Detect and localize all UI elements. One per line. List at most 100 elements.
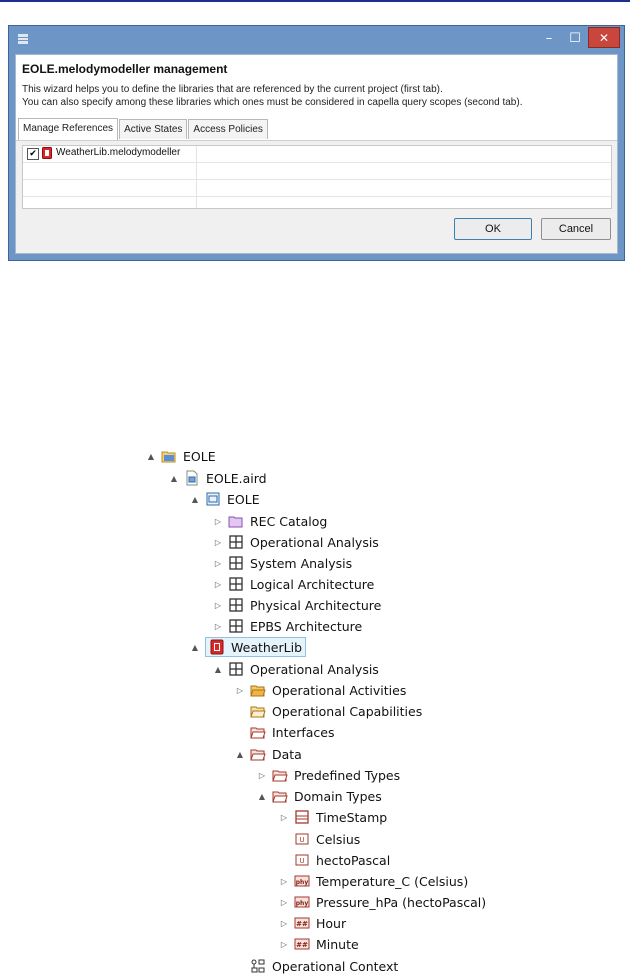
- expand-twisty[interactable]: ▷: [212, 599, 224, 611]
- tree-node-epbs-architecture[interactable]: ▷ EPBS Architecture: [212, 616, 362, 636]
- svg-text:U: U: [299, 857, 304, 865]
- expand-twisty: [278, 854, 290, 866]
- context-icon: [251, 959, 265, 973]
- svg-text:##: ##: [296, 941, 308, 949]
- physical-quantity-icon: phy: [294, 896, 310, 908]
- tree-node-domain-types[interactable]: ▲ Domain Types: [256, 786, 382, 806]
- tree-node-timestamp[interactable]: ▷ TimeStamp: [278, 807, 387, 827]
- expand-twisty[interactable]: ▷: [212, 515, 224, 527]
- expand-twisty[interactable]: ▷: [278, 938, 290, 950]
- architecture-icon: [229, 556, 243, 570]
- interfaces-folder-icon: [250, 727, 266, 739]
- tree-node-pressure-hpa[interactable]: ▷ phy Pressure_hPa (hectoPascal): [278, 892, 486, 912]
- capabilities-folder-icon: [250, 706, 266, 718]
- tree-node-data[interactable]: ▲ Data: [234, 744, 302, 764]
- tree-node-label: Domain Types: [294, 788, 382, 804]
- unit-icon: U: [295, 833, 309, 845]
- tree-node-celsius[interactable]: U Celsius: [278, 829, 360, 849]
- expand-twisty[interactable]: ▷: [256, 769, 268, 781]
- tree-node-predefined-types[interactable]: ▷ Predefined Types: [256, 765, 400, 785]
- model-icon: [206, 492, 220, 506]
- expand-twisty[interactable]: ▷: [278, 896, 290, 908]
- expand-twisty: [234, 726, 246, 738]
- numeric-type-icon: ##: [294, 938, 310, 950]
- architecture-icon: [229, 598, 243, 612]
- expand-twisty[interactable]: ▷: [212, 578, 224, 590]
- data-folder-icon: [250, 749, 266, 761]
- expand-twisty[interactable]: ▲: [189, 493, 201, 505]
- tree-node-operational-activities[interactable]: ▷ Operational Activities: [234, 680, 406, 700]
- tree-node-eole-aird[interactable]: ▲ EOLE.aird: [168, 468, 267, 488]
- architecture-icon: [229, 662, 243, 676]
- catalog-folder-icon: [228, 516, 243, 528]
- tree-node-label: Temperature_C (Celsius): [316, 873, 469, 889]
- tree-node-label: EPBS Architecture: [250, 618, 363, 634]
- tree-node-label: System Analysis: [250, 555, 353, 571]
- expand-twisty[interactable]: ▷: [234, 684, 246, 696]
- tree-node-label: EOLE.aird: [206, 470, 267, 486]
- data-folder-icon: [272, 791, 288, 803]
- tree-node-label: Pressure_hPa (hectoPascal): [316, 894, 487, 910]
- project-explorer-tree: ▲ EOLE ▲ EOLE.aird ▲ EOLE ▷ REC Catalog …: [0, 0, 630, 978]
- tree-node-label: EOLE: [183, 448, 216, 464]
- activities-folder-icon: [250, 685, 266, 697]
- tree-node-rec-catalog[interactable]: ▷ REC Catalog: [212, 511, 327, 531]
- expand-twisty[interactable]: ▷: [278, 811, 290, 823]
- architecture-icon: [229, 577, 243, 591]
- architecture-icon: [229, 619, 243, 633]
- unit-icon: U: [295, 854, 309, 866]
- svg-text:phy: phy: [296, 900, 309, 907]
- expand-twisty[interactable]: ▷: [212, 557, 224, 569]
- svg-text:##: ##: [296, 920, 308, 928]
- expand-twisty: [234, 705, 246, 717]
- tree-node-logical-architecture[interactable]: ▷ Logical Architecture: [212, 574, 374, 594]
- numeric-type-icon: ##: [294, 917, 310, 929]
- tree-node-label: Predefined Types: [294, 767, 401, 783]
- tree-node-label: Interfaces: [272, 724, 335, 740]
- tree-node-label: Data: [272, 746, 302, 762]
- expand-twisty[interactable]: ▲: [189, 641, 201, 653]
- expand-twisty: [234, 960, 246, 972]
- expand-twisty[interactable]: ▲: [234, 748, 246, 760]
- tree-node-operational-analysis-lib[interactable]: ▲ Operational Analysis: [212, 659, 379, 679]
- tree-node-operational-analysis[interactable]: ▷ Operational Analysis: [212, 532, 379, 552]
- architecture-icon: [229, 535, 243, 549]
- svg-text:phy: phy: [296, 879, 309, 886]
- expand-twisty[interactable]: ▲: [212, 663, 224, 675]
- tree-node-label: REC Catalog: [250, 513, 328, 529]
- expand-twisty[interactable]: ▲: [145, 450, 157, 462]
- expand-twisty[interactable]: ▷: [212, 536, 224, 548]
- tree-node-system-analysis[interactable]: ▷ System Analysis: [212, 553, 352, 573]
- tree-node-label: WeatherLib: [231, 639, 303, 655]
- data-folder-icon: [272, 770, 288, 782]
- tree-node-label: Hour: [316, 915, 347, 931]
- tree-node-hour[interactable]: ▷ ## Hour: [278, 913, 346, 933]
- tree-node-minute[interactable]: ▷ ## Minute: [278, 934, 359, 954]
- tree-node-label: Physical Architecture: [250, 597, 382, 613]
- tree-node-hectopascal[interactable]: U hectoPascal: [278, 850, 390, 870]
- tree-node-operational-context[interactable]: Operational Context: [234, 956, 398, 976]
- tree-node-eole-project[interactable]: ▲ EOLE: [145, 446, 216, 466]
- tree-node-label: TimeStamp: [316, 809, 388, 825]
- tree-node-operational-capabilities[interactable]: Operational Capabilities: [234, 701, 422, 721]
- expand-twisty[interactable]: ▷: [278, 875, 290, 887]
- tree-node-label: Operational Activities: [272, 682, 407, 698]
- expand-twisty[interactable]: ▲: [168, 472, 180, 484]
- class-icon: [295, 810, 309, 824]
- tree-node-label: Celsius: [316, 831, 361, 847]
- tree-node-label: Operational Capabilities: [272, 703, 423, 719]
- svg-text:U: U: [299, 836, 304, 844]
- tree-node-weatherlib[interactable]: ▲ WeatherLib: [189, 637, 307, 657]
- expand-twisty: [278, 833, 290, 845]
- expand-twisty[interactable]: ▲: [256, 790, 268, 802]
- tree-node-eole-model[interactable]: ▲ EOLE: [189, 489, 260, 509]
- tree-node-label: EOLE: [227, 491, 260, 507]
- tree-node-interfaces[interactable]: Interfaces: [234, 722, 334, 742]
- aird-file-icon: [186, 470, 198, 486]
- project-folder-icon: [161, 451, 176, 463]
- tree-node-label: Operational Analysis: [250, 661, 379, 677]
- tree-node-temperature-c[interactable]: ▷ phy Temperature_C (Celsius): [278, 871, 468, 891]
- tree-node-physical-architecture[interactable]: ▷ Physical Architecture: [212, 595, 381, 615]
- expand-twisty[interactable]: ▷: [212, 620, 224, 632]
- expand-twisty[interactable]: ▷: [278, 917, 290, 929]
